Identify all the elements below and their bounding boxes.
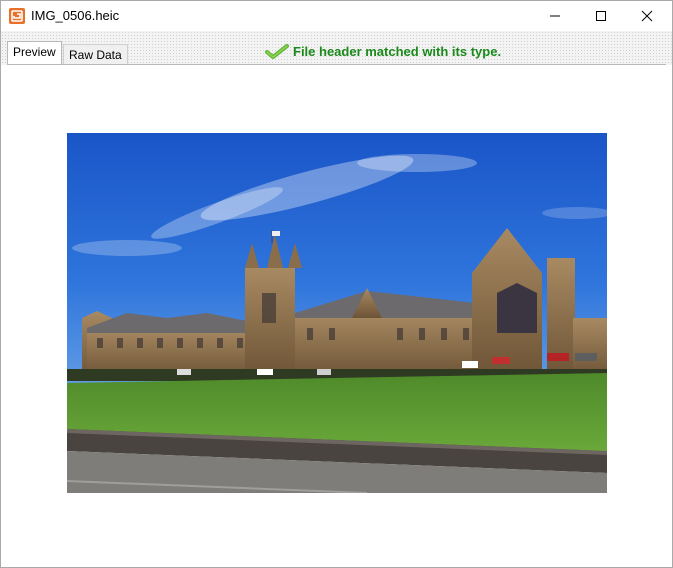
- close-button[interactable]: [624, 1, 670, 31]
- title-bar[interactable]: IMG_0506.heic: [1, 1, 672, 31]
- close-icon: [641, 10, 653, 22]
- app-window: IMG_0506.heic Preview Raw Data File head…: [0, 0, 673, 568]
- tab-raw-data[interactable]: Raw Data: [63, 44, 128, 64]
- app-logo-icon: [9, 8, 25, 24]
- checkmark-icon: [265, 44, 289, 59]
- status-message: File header matched with its type.: [265, 42, 501, 60]
- maximize-icon: [596, 11, 606, 21]
- window-title: IMG_0506.heic: [31, 8, 120, 23]
- status-text: File header matched with its type.: [293, 43, 502, 59]
- tab-preview[interactable]: Preview: [7, 41, 62, 64]
- maximize-button[interactable]: [578, 1, 624, 31]
- tab-raw-data-label: Raw Data: [69, 48, 122, 62]
- photo-preview: [67, 133, 607, 493]
- tab-bar: Preview Raw Data File header matched wit…: [1, 31, 672, 65]
- minimize-icon: [550, 15, 560, 17]
- tab-preview-label: Preview: [13, 45, 56, 59]
- preview-panel: [7, 65, 666, 565]
- minimize-button[interactable]: [532, 1, 578, 31]
